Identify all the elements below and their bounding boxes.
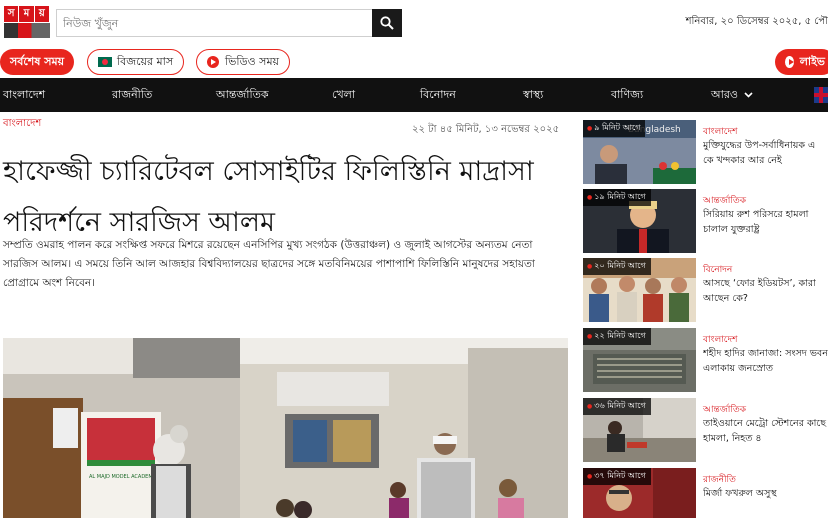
- live-label: লাইভ: [799, 54, 825, 68]
- news-title[interactable]: আসছে ‘ফোর ইডিয়টস’, কারা আছেন কে?: [703, 276, 828, 306]
- main-nav: বাংলাদেশ রাজনীতি আন্তর্জাতিক খেলা বিনোদন…: [0, 78, 828, 112]
- sidebar-news-item[interactable]: ৩৭ মিনিট আগে রাজনীতি মির্জা ফখরুল অসুস্থ: [583, 468, 828, 518]
- logo-letter: য়: [34, 6, 49, 22]
- news-title[interactable]: সিরিয়ায় রুশ পরিসরে হামলা চালাল যুক্তরা…: [703, 207, 828, 237]
- news-category[interactable]: বাংলাদেশ: [703, 332, 737, 347]
- sidebar-news-item[interactable]: Bangladesh ৯ মিনিট আগে বাংলাদেশ মুক্তিযু…: [583, 120, 828, 184]
- latest-news-button[interactable]: সর্বশেষ সময়: [0, 49, 75, 75]
- victory-month-label: বিজয়ের মাস: [117, 54, 174, 68]
- sidebar-news-item[interactable]: ৩৬ মিনিট আগে আন্তর্জাতিক তাইওয়ানে মেট্র…: [583, 398, 828, 462]
- logo-letter: স: [4, 6, 19, 22]
- live-button[interactable]: লাইভ: [775, 49, 828, 75]
- news-title[interactable]: মির্জা ফখরুল অসুস্থ: [703, 486, 828, 501]
- news-category[interactable]: আন্তর্জাতিক: [703, 402, 746, 417]
- current-date: শনিবার, ২০ ডিসেম্বর ২০২৫, ৫ পৌ: [685, 16, 828, 27]
- news-thumbnail: ১৯ মিনিট আগে: [583, 189, 696, 253]
- play-icon: [207, 56, 219, 68]
- nav-item-politics[interactable]: রাজনীতি: [112, 78, 152, 112]
- search-icon: [380, 16, 394, 30]
- nav-more-label: আরও: [711, 88, 738, 101]
- sidebar-news-item[interactable]: ২২ মিনিট আগে বাংলাদেশ শহীদ হাদির জানাজা:…: [583, 328, 828, 392]
- news-thumbnail: ২২ মিনিট আগে: [583, 328, 696, 392]
- nav-item-health[interactable]: স্বাস্থ্য: [523, 78, 543, 112]
- news-thumbnail: Bangladesh ৯ মিনিট আগে: [583, 120, 696, 184]
- article-category[interactable]: বাংলাদেশ: [3, 116, 41, 133]
- article-timestamp: ২২ টা ৪৫ মিনিট, ১৩ নভেম্বর ২০২৫: [412, 124, 560, 135]
- video-label: ভিডিও সময়: [225, 54, 280, 68]
- nav-item-more[interactable]: আরও: [711, 78, 754, 112]
- time-badge: ১৯ মিনিট আগে: [583, 189, 651, 206]
- site-logo[interactable]: স ম য়: [4, 6, 50, 38]
- nav-item-commerce[interactable]: বাণিজ্য: [611, 78, 643, 112]
- search-input[interactable]: [57, 10, 373, 36]
- logo-graphic: [4, 23, 50, 38]
- top-bar: স ম য় শনিবার, ২০ ডিসেম্বর ২০২৫, ৫ পৌ: [0, 0, 828, 46]
- quick-links: সর্বশেষ সময় বিজয়ের মাস ভিডিও সময় লাইভ: [0, 48, 828, 76]
- search-button[interactable]: [372, 9, 402, 37]
- video-button[interactable]: ভিডিও সময়: [196, 49, 291, 75]
- news-category[interactable]: রাজনীতি: [703, 472, 736, 487]
- time-badge: ৩৬ মিনিট আগে: [583, 398, 651, 415]
- nav-item-bangladesh[interactable]: বাংলাদেশ: [3, 78, 45, 112]
- news-category[interactable]: বিনোদন: [703, 262, 732, 277]
- search-box: [56, 9, 402, 37]
- news-category[interactable]: আন্তর্জাতিক: [703, 193, 746, 208]
- news-title[interactable]: শহীদ হাদির জানাজা: সংসদ ভবন এলাকায় জনস্…: [703, 346, 828, 376]
- logo-letter: ম: [19, 6, 34, 22]
- bangladesh-flag-icon: [98, 57, 112, 67]
- time-badge: ২০ মিনিট আগে: [583, 258, 651, 275]
- sidebar-news-item[interactable]: ২০ মিনিট আগে বিনোদন আসছে ‘ফোর ইডিয়টস’, …: [583, 258, 828, 322]
- chevron-down-icon: [744, 92, 754, 98]
- banner-text: AL MAJD MODEL ACADEMY: [89, 474, 157, 480]
- victory-month-button[interactable]: বিজয়ের মাস: [87, 49, 185, 75]
- nav-item-sports[interactable]: খেলা: [332, 78, 355, 112]
- news-title[interactable]: মুক্তিযুদ্ধের উপ-সর্বাধিনায়ক এ কে খন্দক…: [703, 138, 828, 168]
- english-flag-icon[interactable]: [814, 87, 828, 103]
- nav-item-international[interactable]: আন্তর্জাতিক: [216, 78, 269, 112]
- news-thumbnail: ৩৬ মিনিট আগে: [583, 398, 696, 462]
- article-summary: সম্প্রতি ওমরাহ পালন করে সংক্ষিপ্ত সফরে ম…: [3, 239, 535, 289]
- news-thumbnail: ৩৭ মিনিট আগে: [583, 468, 696, 518]
- live-play-icon: [785, 56, 794, 68]
- nav-item-entertainment[interactable]: বিনোদন: [420, 78, 456, 112]
- news-category[interactable]: বাংলাদেশ: [703, 124, 737, 139]
- news-thumbnail: ২০ মিনিট আগে: [583, 258, 696, 322]
- latest-news-label: সর্বশেষ সময়: [10, 54, 65, 68]
- time-badge: ৩৭ মিনিট আগে: [583, 468, 651, 485]
- news-title[interactable]: তাইওয়ানে মেট্রো স্টেশনের কাছে হামলা, নি…: [703, 416, 828, 446]
- sidebar-news-item[interactable]: ১৯ মিনিট আগে আন্তর্জাতিক সিরিয়ায় রুশ প…: [583, 189, 828, 253]
- article-hero-image: AL MAJD MODEL ACADEMY: [3, 338, 568, 518]
- time-badge: ৯ মিনিট আগে: [583, 120, 646, 137]
- time-badge: ২২ মিনিট আগে: [583, 328, 651, 345]
- article-headline: হাফেজ্জী চ্যারিটেবল সোসাইটির ফিলিস্তিনি …: [3, 156, 534, 238]
